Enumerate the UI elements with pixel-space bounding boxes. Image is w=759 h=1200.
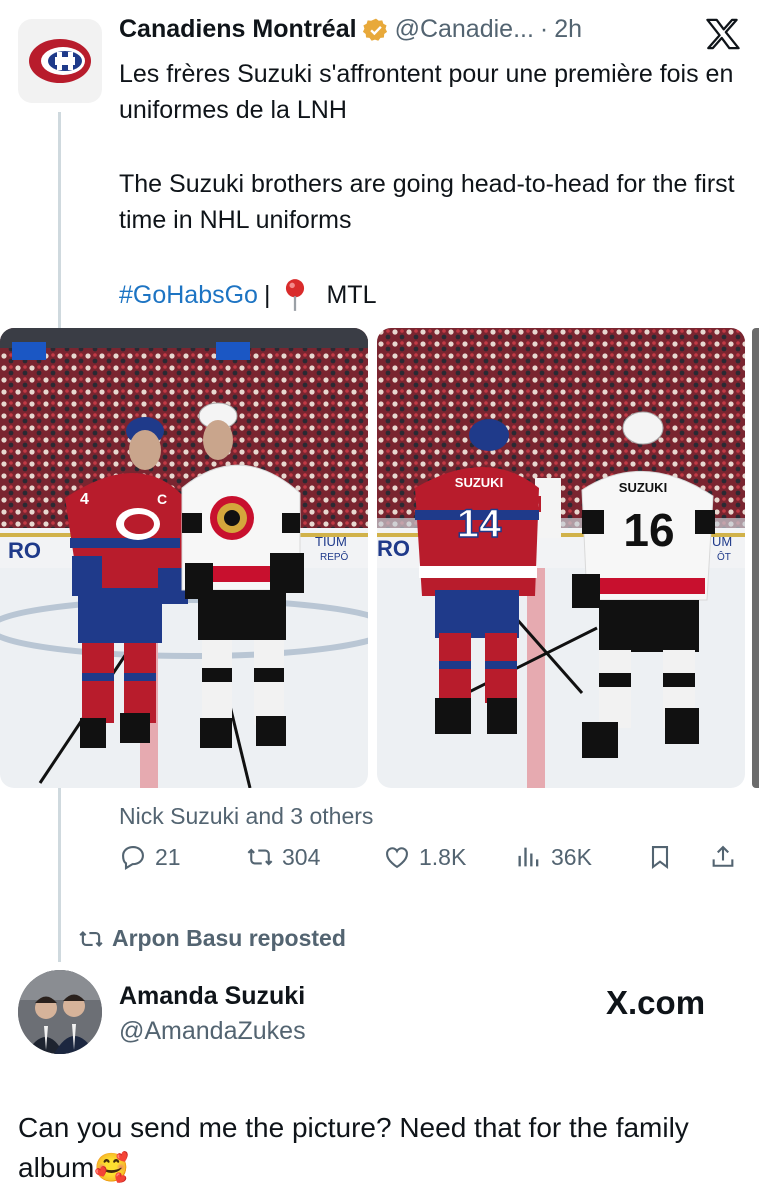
reply-author-handle[interactable]: @AmandaZukes [119,1017,306,1046]
tweet-tags-line: #GoHabsGo | MTL [119,277,376,313]
next-photo-edge [752,328,759,788]
share-button[interactable] [709,843,737,871]
jersey-number-16: 16 [623,504,674,556]
board-text-right-2: UM [712,534,732,549]
jersey-number-14: 14 [457,502,502,546]
verified-badge-icon [362,18,387,41]
board-text-right: RO [377,536,410,561]
bookmark-icon [651,846,669,870]
views-icon [518,847,539,867]
jersey-number-left: 4 [80,491,89,508]
repost-indicator-icon [79,930,103,947]
board-text-left-2: TIUM [315,534,347,549]
source-badge-text: X.com [606,984,706,1021]
location-pin-icon [286,279,305,311]
pipe-separator: | [263,281,271,309]
jersey-name-14: SUZUKI [455,475,503,490]
repost-indicator-text[interactable]: Arpon Basu reposted [112,925,346,952]
habs-logo-icon [29,39,91,83]
amanda-avatar[interactable] [18,970,102,1054]
bookmark-button[interactable] [646,843,674,871]
share-icon [712,845,734,867]
reply-icon [122,846,144,870]
author-name[interactable]: Canadiens Montréal [119,15,357,44]
views-count: 36K [551,843,592,870]
reply-text: Can you send me the picture? Need that f… [18,1112,689,1183]
like-icon [386,847,408,869]
x-logo-icon[interactable] [706,18,740,55]
reply-author-name[interactable]: Amanda Suzuki [119,982,305,1011]
tweet-time[interactable]: 2h [554,15,582,44]
jersey-name-16: SUZUKI [619,480,667,495]
captain-letter: C [157,491,167,507]
reply-button[interactable]: 21 [119,843,181,871]
board-text-left-3: REPÔ [320,550,349,563]
location-text: MTL [326,281,377,309]
tweet-text-english: The Suzuki brothers are going head-to-he… [119,170,735,234]
repost-indicator: Arpon Basu reposted [78,925,346,952]
tweet-header: Canadiens Montréal @Canadie... · 2h [119,15,582,44]
photo-right[interactable]: RO UM ÔT 79 SUZUKI 14 SUZUKI 16 [377,328,745,788]
tweet-text-french: Les frères Suzuki s'affrontent pour une … [119,60,734,124]
reply-count: 21 [155,843,181,870]
board-text-left: RO [8,538,41,563]
views-button[interactable]: 36K [515,843,592,871]
hashtag-link[interactable]: #GoHabsGo [119,277,258,313]
author-handle[interactable]: @Canadie... [395,15,534,44]
like-count: 1.8K [419,843,467,870]
like-button[interactable]: 1.8K [383,843,466,871]
tagged-people[interactable]: Nick Suzuki and 3 others [119,803,373,830]
board-text-right-3: ÔT [717,550,731,563]
repost-count: 304 [282,843,321,870]
repost-button[interactable]: 304 [246,843,320,871]
photo-left[interactable]: RO TIUM REPÔ 4 C [0,328,368,788]
repost-icon [247,848,273,866]
source-badge[interactable]: X.com [606,984,705,1022]
canadiens-avatar[interactable] [18,19,102,103]
time-separator: · [539,15,549,43]
